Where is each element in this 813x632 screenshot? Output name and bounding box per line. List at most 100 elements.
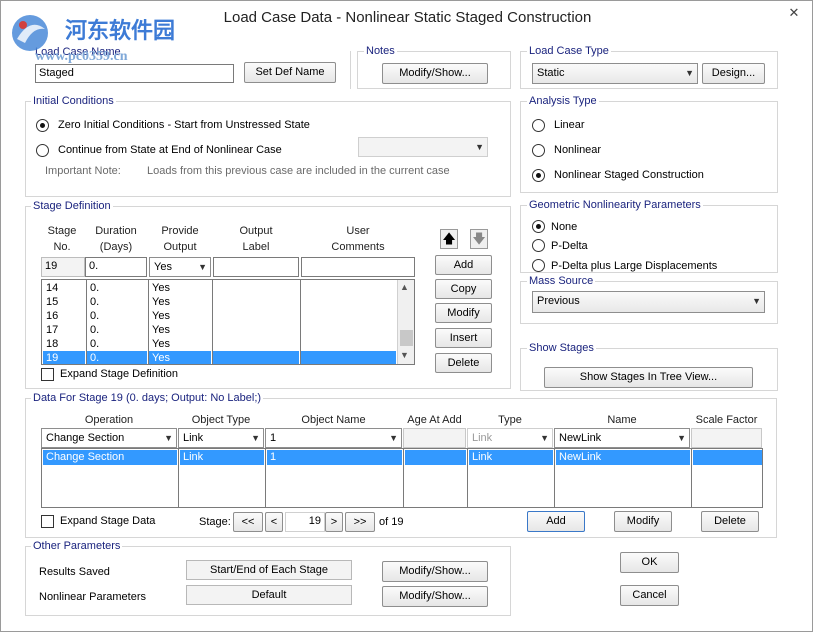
stage-add-button[interactable]: Add: [435, 255, 492, 275]
notes-modify-show-button[interactable]: Modify/Show...: [382, 63, 488, 84]
p-delta-large-label: P-Delta plus Large Displacements: [551, 260, 718, 272]
stage-row-provide[interactable]: Yes: [149, 281, 211, 295]
output-label-input[interactable]: [213, 257, 299, 277]
expand-stage-definition-checkbox[interactable]: [41, 368, 54, 381]
load-case-type-select[interactable]: Static ▼: [532, 63, 698, 84]
operation-select[interactable]: Change Section ▼: [41, 428, 177, 448]
stage-row-stage[interactable]: 16: [43, 309, 85, 323]
nonlinear-modify-show-button[interactable]: Modify/Show...: [382, 586, 488, 607]
duration-input[interactable]: 0.: [85, 257, 147, 277]
nonlinear-case-select[interactable]: ▼: [358, 137, 488, 157]
stage-list-scrollbar[interactable]: ▲ ▼: [397, 280, 414, 364]
stage-copy-button[interactable]: Copy: [435, 279, 492, 299]
scroll-thumb[interactable]: [400, 330, 413, 346]
data-row-object-type[interactable]: Link: [180, 450, 264, 465]
cancel-button[interactable]: Cancel: [620, 585, 679, 606]
stage-delete-button[interactable]: Delete: [435, 353, 492, 373]
object-name-select[interactable]: 1 ▼: [265, 428, 402, 448]
stage-row-stage[interactable]: 14: [43, 281, 85, 295]
chevron-down-icon: ▼: [198, 262, 207, 272]
age-at-add-input[interactable]: [403, 428, 466, 448]
stage-row-provide[interactable]: Yes: [149, 295, 211, 309]
geometric-nonlinearity-label: Geometric Nonlinearity Parameters: [527, 199, 703, 212]
data-modify-button[interactable]: Modify: [614, 511, 672, 532]
data-row-object-name[interactable]: 1: [267, 450, 402, 465]
scale-factor-input[interactable]: [691, 428, 762, 448]
move-down-button[interactable]: 🡇: [470, 229, 488, 249]
type-select[interactable]: Link ▼: [467, 428, 553, 448]
col-divider: [178, 449, 179, 507]
stage-row-stage[interactable]: 17: [43, 323, 85, 337]
move-up-button[interactable]: 🡅: [440, 229, 458, 249]
object-type-select[interactable]: Link ▼: [178, 428, 264, 448]
linear-radio[interactable]: [532, 119, 545, 132]
first-stage-button[interactable]: <<: [233, 512, 263, 532]
ok-button[interactable]: OK: [620, 552, 679, 573]
nonlinear-radio[interactable]: [532, 144, 545, 157]
header-duration-line2: (Days): [99, 241, 133, 253]
set-def-name-button[interactable]: Set Def Name: [244, 62, 336, 83]
type-value: Link: [472, 432, 493, 444]
prev-stage-button[interactable]: <: [265, 512, 283, 532]
results-modify-show-button[interactable]: Modify/Show...: [382, 561, 488, 582]
stage-insert-button[interactable]: Insert: [435, 328, 492, 348]
stage-row-provide[interactable]: Yes: [149, 351, 211, 364]
stage-count-label: of 19: [379, 516, 404, 528]
stage-row-provide[interactable]: Yes: [149, 309, 211, 323]
data-row-operation[interactable]: Change Section: [43, 450, 177, 465]
zero-initial-radio[interactable]: [36, 119, 49, 132]
chevron-down-icon: ▼: [389, 433, 398, 443]
mass-source-value: Previous: [537, 295, 580, 307]
mass-source-select[interactable]: Previous ▼: [532, 291, 765, 313]
stage-data-label: Data For Stage 19 (0. days; Output: No L…: [31, 392, 264, 405]
provide-output-select[interactable]: Yes ▼: [149, 257, 211, 277]
stage-row-duration[interactable]: 0.: [87, 351, 147, 364]
data-row-type[interactable]: Link: [469, 450, 553, 465]
data-row-age[interactable]: [405, 450, 466, 465]
chevron-down-icon: ▼: [164, 433, 173, 443]
important-note-label: Important Note:: [45, 165, 121, 177]
stage-row-duration[interactable]: 0.: [87, 323, 147, 337]
stage-row-provide[interactable]: Yes: [149, 337, 211, 351]
load-case-type-label: Load Case Type: [527, 45, 611, 58]
nonlinear-staged-radio[interactable]: [532, 169, 545, 182]
expand-stage-data-checkbox[interactable]: [41, 515, 54, 528]
last-stage-button[interactable]: >>: [345, 512, 375, 532]
p-delta-large-radio[interactable]: [532, 259, 545, 272]
scroll-down-icon[interactable]: ▼: [400, 350, 409, 360]
close-button[interactable]: ✕: [779, 3, 809, 23]
next-stage-button[interactable]: >: [325, 512, 343, 532]
notes-label: Notes: [364, 45, 397, 58]
p-delta-radio[interactable]: [532, 239, 545, 252]
stage-row-duration[interactable]: 0.: [87, 295, 147, 309]
stage-row-blank[interactable]: [301, 351, 396, 364]
expand-stage-data-label: Expand Stage Data: [60, 515, 156, 527]
show-stages-tree-button[interactable]: Show Stages In Tree View...: [544, 367, 753, 388]
current-stage-input[interactable]: 19: [285, 512, 325, 532]
stage-data-list[interactable]: Change Section Link 1 Link NewLink: [41, 448, 763, 508]
stage-row-duration[interactable]: 0.: [87, 337, 147, 351]
nonlinear-staged-label: Nonlinear Staged Construction: [554, 169, 704, 181]
data-row-name[interactable]: NewLink: [556, 450, 690, 465]
stage-row-duration[interactable]: 0.: [87, 309, 147, 323]
stage-modify-button[interactable]: Modify: [435, 303, 492, 323]
nonlinear-parameters-value: Default: [186, 585, 352, 605]
stage-row-stage[interactable]: 18: [43, 337, 85, 351]
data-row-scale[interactable]: [693, 450, 762, 465]
results-saved-label: Results Saved: [39, 566, 110, 578]
stage-row-stage[interactable]: 15: [43, 295, 85, 309]
user-comments-input[interactable]: [301, 257, 415, 277]
object-type-value: Link: [183, 432, 204, 444]
data-add-button[interactable]: Add: [527, 511, 585, 532]
continue-state-radio[interactable]: [36, 144, 49, 157]
stage-row-provide[interactable]: Yes: [149, 323, 211, 337]
stage-list[interactable]: ▲ ▼ 14 0. Yes 15 0. Yes 16 0. Yes 17 0. Yes 18 0. Yes 1…: [41, 279, 415, 365]
none-radio[interactable]: [532, 220, 545, 233]
design-button[interactable]: Design...: [702, 63, 765, 84]
scroll-up-icon[interactable]: ▲: [400, 282, 409, 292]
data-delete-button[interactable]: Delete: [701, 511, 759, 532]
name-select[interactable]: NewLink ▼: [554, 428, 690, 448]
stage-row-duration[interactable]: 0.: [87, 281, 147, 295]
stage-row-blank[interactable]: [213, 351, 299, 364]
stage-row-stage[interactable]: 19: [43, 351, 85, 364]
